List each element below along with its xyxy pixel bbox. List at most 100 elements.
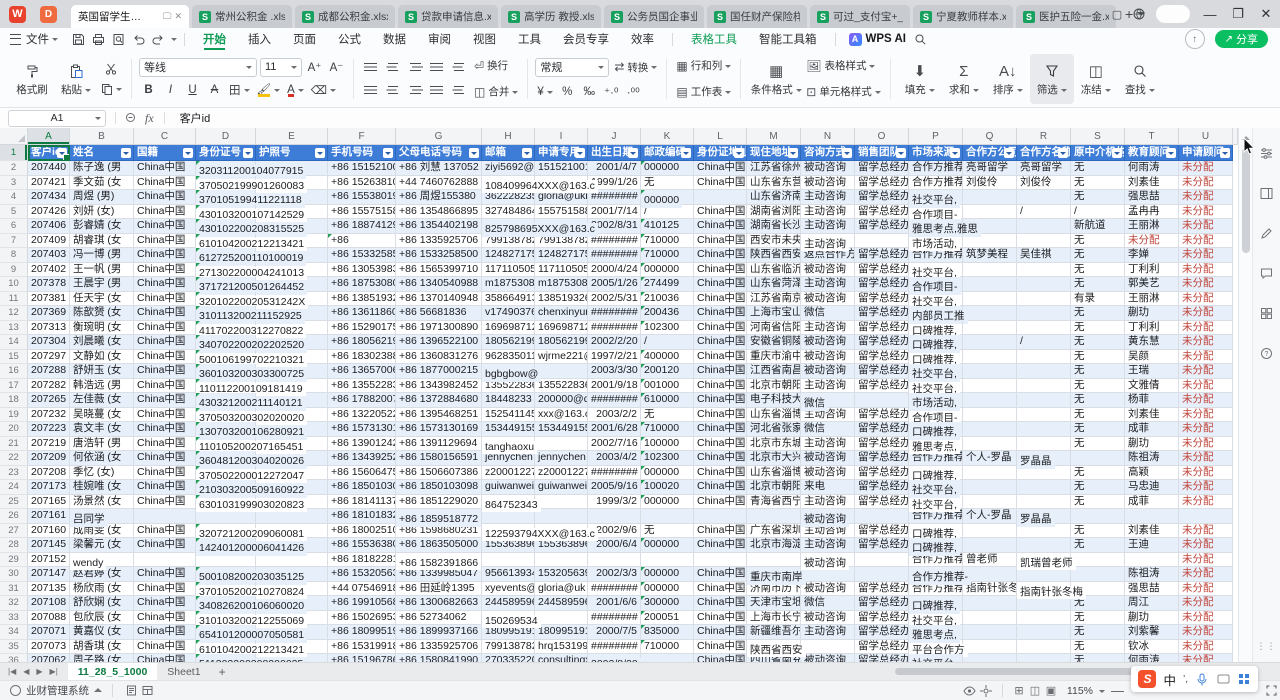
- thousands-button[interactable]: ‰: [580, 82, 599, 101]
- cell-O3[interactable]: 留学总经办: [855, 176, 909, 191]
- clipboard-panel-icon[interactable]: [123, 684, 139, 698]
- cell-B23[interactable]: 季忆 (女): [70, 466, 134, 481]
- cell-A36[interactable]: 207062: [28, 654, 70, 662]
- cell-P17[interactable]: 社交平台,: [909, 379, 963, 394]
- cell-F23[interactable]: +86 15606475: [328, 466, 396, 481]
- cell-J22[interactable]: 2003/4/2: [588, 451, 641, 466]
- cell-K17[interactable]: 001000: [641, 379, 694, 394]
- cell-T32[interactable]: 周江: [1125, 596, 1179, 611]
- cell-P10[interactable]: 合作项目-: [909, 277, 963, 292]
- document-tab[interactable]: S可过_支付宝+_滴滴: [810, 5, 910, 28]
- find-button[interactable]: 查找: [1118, 54, 1162, 104]
- cell-D17[interactable]: 110112200109181419: [196, 379, 256, 394]
- row-number-21[interactable]: 21: [0, 437, 28, 452]
- cell-I31[interactable]: gloria@uk: [535, 582, 588, 597]
- cell-U26[interactable]: [1179, 509, 1233, 524]
- cell-J19[interactable]: 2003/2/2: [588, 408, 641, 423]
- column-header-O[interactable]: O: [855, 128, 909, 145]
- cell-T26[interactable]: [1125, 509, 1179, 524]
- cell-M25[interactable]: 青海省西宁: [747, 495, 801, 510]
- cell-B9[interactable]: 王一帆 (男: [70, 263, 134, 278]
- cell-N23[interactable]: 被动咨询: [801, 466, 855, 481]
- row-number-22[interactable]: 22: [0, 451, 28, 466]
- cell-K36[interactable]: [641, 654, 694, 662]
- cell-B34[interactable]: 黄嘉仪 (女: [70, 625, 134, 640]
- cell-T9[interactable]: 丁利利: [1125, 263, 1179, 278]
- cell-U25[interactable]: 未分配: [1179, 495, 1233, 510]
- cell-F10[interactable]: +86 18753080: [328, 277, 396, 292]
- roaming-icon[interactable]: [978, 684, 994, 698]
- cell-D23[interactable]: 370502200012272047: [196, 466, 256, 481]
- cell-R17[interactable]: [1017, 379, 1071, 394]
- cell-T29[interactable]: [1125, 553, 1179, 568]
- cell-P25[interactable]: 社交平台,: [909, 495, 963, 510]
- cell-B29[interactable]: wendy: [70, 553, 134, 568]
- close-button[interactable]: ✕: [1252, 0, 1280, 28]
- cell-U15[interactable]: 未分配: [1179, 350, 1233, 365]
- cell-C31[interactable]: China中国: [134, 582, 196, 597]
- cell-B25[interactable]: 汤景然 (女: [70, 495, 134, 510]
- cell-Q3[interactable]: 刘俊伶: [963, 176, 1017, 191]
- cell-T3[interactable]: 刘素佳: [1125, 176, 1179, 191]
- cell-G23[interactable]: +86 1506607386: [396, 466, 482, 481]
- qat-caret-icon[interactable]: [171, 38, 177, 44]
- cell-M21[interactable]: 北京市东城: [747, 437, 801, 452]
- wrap-text-button[interactable]: ⏎︎换行: [472, 55, 520, 77]
- view-panel-icon[interactable]: [139, 684, 155, 698]
- row-number-34[interactable]: 34: [0, 625, 28, 640]
- cell-Q8[interactable]: 筑梦美程: [963, 248, 1017, 263]
- header-cell-D1[interactable]: 身份证号: [196, 145, 256, 161]
- cell-M33[interactable]: 上海市长宁: [747, 611, 801, 626]
- cell-O20[interactable]: 留学总经办: [855, 422, 909, 437]
- cell-I26[interactable]: [535, 509, 588, 524]
- cards-icon[interactable]: [1260, 306, 1274, 320]
- cell-A31[interactable]: 207135: [28, 582, 70, 597]
- format-painter-button[interactable]: 格式刷: [10, 54, 54, 104]
- cell-Q30[interactable]: [963, 567, 1017, 582]
- cell-I23[interactable]: z20001227: [535, 466, 588, 481]
- cell-D13[interactable]: 411702200312270822: [196, 321, 256, 336]
- cell-A28[interactable]: 207145: [28, 538, 70, 553]
- cell-M5[interactable]: 湖南省浏阳: [747, 205, 801, 220]
- cell-A16[interactable]: 207288: [28, 364, 70, 379]
- cell-O26[interactable]: [855, 509, 909, 524]
- cell-R20[interactable]: [1017, 422, 1071, 437]
- cell-S18[interactable]: 无: [1071, 393, 1125, 408]
- tab-table-tools[interactable]: 表格工具: [680, 28, 748, 50]
- cell-B26[interactable]: 吕同学: [70, 509, 134, 524]
- row-number-26[interactable]: 26: [0, 509, 28, 524]
- clear-format-button[interactable]: ⌫: [309, 81, 338, 100]
- cell-C17[interactable]: China中国: [134, 379, 196, 394]
- cell-T15[interactable]: 吴颜: [1125, 350, 1179, 365]
- cell-B12[interactable]: 陈歆赟 (女: [70, 306, 134, 321]
- cell-C11[interactable]: China中国: [134, 292, 196, 307]
- cell-G33[interactable]: +86 52734062: [396, 611, 482, 626]
- filter-dropdown-icon[interactable]: [243, 148, 253, 158]
- cell-A32[interactable]: 207108: [28, 596, 70, 611]
- cell-B2[interactable]: 陈子逸 (男: [70, 161, 134, 176]
- menu-item-10[interactable]: 效率: [620, 28, 665, 50]
- cell-S5[interactable]: /: [1071, 205, 1125, 220]
- cell-C34[interactable]: China中国: [134, 625, 196, 640]
- cell-M10[interactable]: 山东省菏泽: [747, 277, 801, 292]
- cell-R3[interactable]: 刘俊伶: [1017, 176, 1071, 191]
- menu-item-3[interactable]: 页面: [282, 28, 327, 50]
- cell-F7[interactable]: +86: [328, 234, 396, 249]
- cell-F6[interactable]: +86 18874129: [328, 219, 396, 234]
- cell-B7[interactable]: 胡睿琪 (女: [70, 234, 134, 249]
- cell-L19[interactable]: China中国: [694, 408, 747, 423]
- cell-M6[interactable]: 湖南省长沙: [747, 219, 801, 234]
- cell-Q5[interactable]: [963, 205, 1017, 220]
- cell-B21[interactable]: 唐浩轩 (男: [70, 437, 134, 452]
- cell-J25[interactable]: 1999/3/2: [588, 495, 641, 510]
- cell-R12[interactable]: [1017, 306, 1071, 321]
- menu-item-9[interactable]: 会员专享: [552, 28, 620, 50]
- cell-R21[interactable]: [1017, 437, 1071, 452]
- cell-U32[interactable]: 未分配: [1179, 596, 1233, 611]
- freeze-button[interactable]: ◫ 冻结: [1074, 54, 1118, 104]
- cell-L29[interactable]: [694, 553, 747, 568]
- cell-J29[interactable]: [588, 553, 641, 568]
- last-sheet-icon[interactable]: ▶|: [50, 667, 58, 676]
- cell-Q25[interactable]: [963, 495, 1017, 510]
- cell-J10[interactable]: 2005/1/26: [588, 277, 641, 292]
